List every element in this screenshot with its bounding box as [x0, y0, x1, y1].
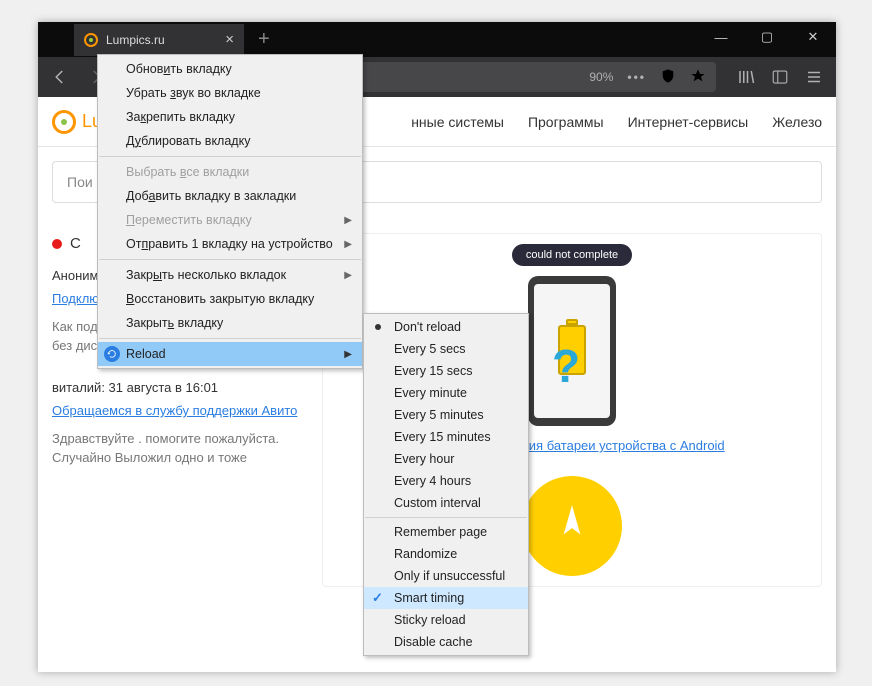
- context-menu-item[interactable]: Обновить вкладку: [98, 57, 362, 81]
- tab-context-menu[interactable]: Обновить вкладкуУбрать звук во вкладкеЗа…: [97, 54, 363, 369]
- context-menu-item[interactable]: Убрать звук во вкладке: [98, 81, 362, 105]
- submenu-item[interactable]: Every hour: [364, 448, 528, 470]
- context-menu-item: Переместить вкладку▶: [98, 208, 362, 232]
- submenu-item[interactable]: Don't reload: [364, 316, 528, 338]
- new-tab-button[interactable]: +: [258, 28, 270, 51]
- submenu-item[interactable]: Every 5 minutes: [364, 404, 528, 426]
- battery-icon: ?: [552, 319, 592, 383]
- context-menu-item[interactable]: Дублировать вкладку: [98, 129, 362, 153]
- context-menu-item[interactable]: Reload▶: [98, 342, 362, 366]
- shield-icon[interactable]: [660, 68, 676, 87]
- search-placeholder: Пои: [67, 174, 93, 190]
- tab-active[interactable]: Lumpics.ru ×: [74, 24, 244, 56]
- context-menu-item: Выбрать все вкладки: [98, 160, 362, 184]
- nav-link[interactable]: Интернет-сервисы: [628, 114, 749, 130]
- maximize-button[interactable]: ▢: [744, 22, 790, 52]
- logo-icon: [52, 110, 76, 134]
- submenu-item[interactable]: Every 15 secs: [364, 360, 528, 382]
- chevron-right-icon: ▶: [344, 270, 352, 281]
- comment-item: виталий: 31 августа в 16:01 Обращаемся в…: [52, 378, 302, 468]
- favicon: [84, 33, 98, 47]
- titlebar: Lumpics.ru × + — ▢ ✕: [38, 22, 836, 57]
- submenu-item[interactable]: Every minute: [364, 382, 528, 404]
- zoom-level: 90%: [589, 70, 613, 84]
- context-menu-item[interactable]: Закрыть несколько вкладок▶: [98, 263, 362, 287]
- reload-submenu[interactable]: Don't reloadEvery 5 secsEvery 15 secsEve…: [363, 313, 529, 656]
- chevron-right-icon: ▶: [344, 239, 352, 250]
- submenu-item[interactable]: Only if unsuccessful: [364, 565, 528, 587]
- submenu-item[interactable]: Every 4 hours: [364, 470, 528, 492]
- site-logo[interactable]: Lu: [52, 110, 102, 134]
- context-menu-item[interactable]: Восстановить закрытую вкладку: [98, 287, 362, 311]
- chevron-right-icon: ▶: [344, 215, 352, 226]
- tab-close-icon[interactable]: ×: [225, 31, 234, 48]
- chevron-right-icon: ▶: [344, 349, 352, 360]
- context-menu-item[interactable]: Добавить вкладку в закладки: [98, 184, 362, 208]
- live-dot-icon: [52, 239, 62, 249]
- compass-illustration: [522, 476, 622, 576]
- tab-title: Lumpics.ru: [106, 33, 165, 47]
- window-controls: — ▢ ✕: [698, 22, 836, 52]
- submenu-item[interactable]: Every 15 minutes: [364, 426, 528, 448]
- submenu-item[interactable]: Randomize: [364, 543, 528, 565]
- context-menu-item[interactable]: Отправить 1 вкладку на устройство▶: [98, 232, 362, 256]
- library-icon[interactable]: [730, 61, 762, 93]
- comment-meta: виталий: 31 августа в 16:01: [52, 378, 302, 398]
- context-menu-item[interactable]: Закрепить вкладку: [98, 105, 362, 129]
- nav-link[interactable]: Железо: [772, 114, 822, 130]
- sidebar-icon[interactable]: [764, 61, 796, 93]
- bookmark-star-icon[interactable]: [690, 68, 706, 87]
- menu-icon[interactable]: [798, 61, 830, 93]
- submenu-item[interactable]: Disable cache: [364, 631, 528, 653]
- context-menu-item[interactable]: Закрыть вкладку: [98, 311, 362, 335]
- submenu-item[interactable]: Smart timing: [364, 587, 528, 609]
- site-nav: нные системы Программы Интернет-сервисы …: [411, 114, 822, 130]
- submenu-item[interactable]: Custom interval: [364, 492, 528, 514]
- submenu-item[interactable]: Remember page: [364, 521, 528, 543]
- comment-body: Здравствуйте . помогите пожалуйста. Случ…: [52, 429, 302, 468]
- page-actions-icon[interactable]: •••: [627, 70, 646, 84]
- status-pill: could not complete: [512, 244, 632, 266]
- nav-link[interactable]: нные системы: [411, 114, 504, 130]
- submenu-item[interactable]: Sticky reload: [364, 609, 528, 631]
- comment-link[interactable]: Обращаемся в службу поддержки Авито: [52, 403, 297, 418]
- reload-icon: [104, 346, 120, 362]
- close-button[interactable]: ✕: [790, 22, 836, 52]
- minimize-button[interactable]: —: [698, 22, 744, 52]
- phone-illustration: ?: [528, 276, 616, 426]
- nav-link[interactable]: Программы: [528, 114, 604, 130]
- submenu-item[interactable]: Every 5 secs: [364, 338, 528, 360]
- back-button[interactable]: [44, 61, 76, 93]
